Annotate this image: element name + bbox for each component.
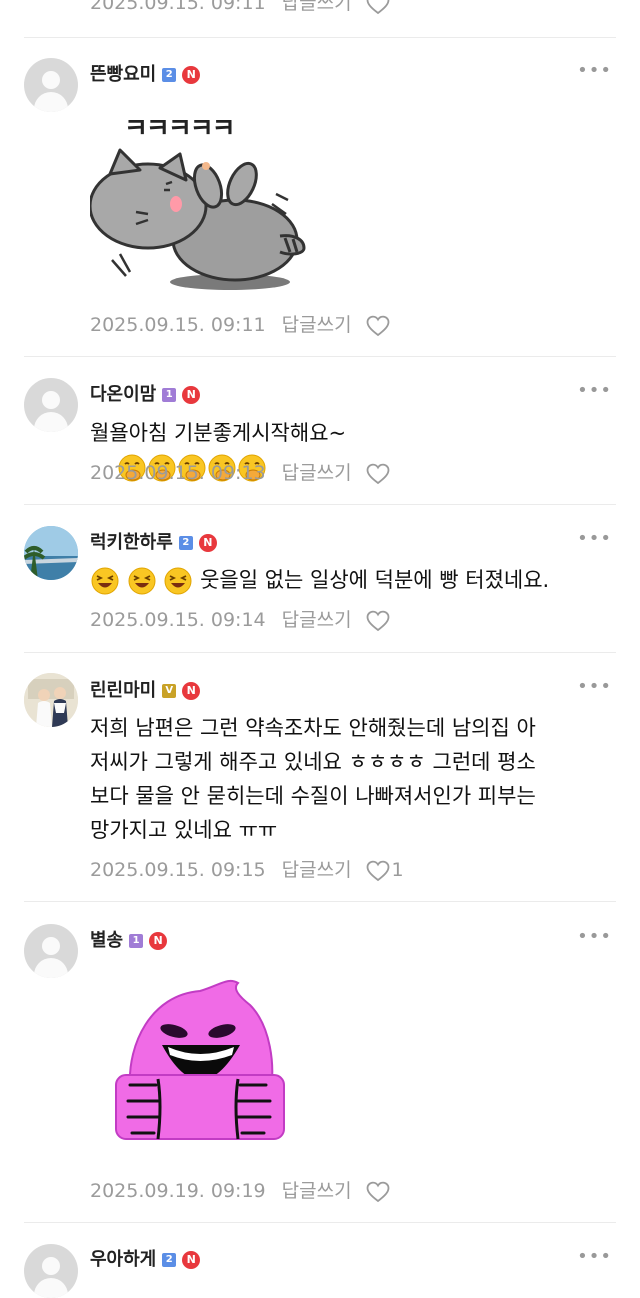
- comment-meta: 2025.09.15. 09:13 답글쓰기: [90, 458, 390, 485]
- heart-outline-icon[interactable]: [366, 463, 390, 485]
- laughing-emoji-icon: [128, 567, 156, 595]
- comment-text: 웃을일 없는 일상에 덕분에 빵 터졌네요.: [90, 563, 610, 597]
- like-count: 1: [391, 859, 404, 881]
- comment-date: 2025.09.19. 09:19: [90, 1180, 266, 1202]
- comment-meta-top: 2025.09.15. 09:11 답글쓰기: [90, 0, 390, 15]
- comment-meta: 2025.09.15. 09:14 답글쓰기: [90, 605, 390, 632]
- comment-meta: 2025.09.19. 09:19 답글쓰기: [90, 1176, 390, 1203]
- more-dots-icon[interactable]: •••: [577, 60, 612, 81]
- avatar[interactable]: [24, 526, 78, 580]
- heart-outline-icon[interactable]: [366, 315, 390, 337]
- divider: [24, 37, 616, 38]
- divider: [24, 504, 616, 505]
- more-dots-icon[interactable]: •••: [577, 380, 612, 401]
- divider: [24, 356, 616, 357]
- grade-badge: 1: [162, 388, 177, 402]
- comment-date: 2025.09.15. 09:13: [90, 462, 266, 484]
- comment-author[interactable]: 뜬빵요미 2 N: [90, 60, 201, 86]
- more-dots-icon[interactable]: •••: [577, 926, 612, 947]
- avatar[interactable]: [24, 1244, 78, 1298]
- cat-sticker: ㅋㅋㅋㅋㅋ: [90, 108, 310, 293]
- grade-badge: 2: [162, 1253, 177, 1267]
- comment-author[interactable]: 린린마미 V N: [90, 676, 201, 702]
- comment-date: 2025.09.15. 09:11: [90, 0, 266, 14]
- comment-author[interactable]: 럭키한하루 2 N: [90, 528, 217, 554]
- reply-link[interactable]: 답글쓰기: [282, 462, 352, 484]
- comment-author[interactable]: 우아하게 2 N: [90, 1245, 201, 1271]
- avatar[interactable]: [24, 924, 78, 978]
- laughing-emoji-icon: [91, 567, 119, 595]
- avatar[interactable]: [24, 58, 78, 112]
- heart-outline-icon[interactable]: [366, 0, 390, 15]
- new-badge: N: [182, 66, 201, 84]
- comment-meta: 2025.09.15. 09:11 답글쓰기: [90, 310, 390, 337]
- emoji-group: [90, 567, 200, 595]
- reply-link[interactable]: 답글쓰기: [282, 609, 352, 631]
- grade-badge: 2: [178, 536, 193, 550]
- divider: [24, 652, 616, 653]
- grade-badge: 1: [129, 934, 144, 948]
- new-badge: N: [182, 682, 201, 700]
- reply-link[interactable]: 답글쓰기: [282, 0, 352, 14]
- comment-author[interactable]: 다온이맘 1 N: [90, 380, 201, 406]
- comment-text: 저희 남편은 그런 약속조차도 안해줬는데 남의집 아 저씨가 그렇게 해주고 …: [90, 716, 536, 842]
- divider: [24, 1222, 616, 1223]
- comment-date: 2025.09.15. 09:11: [90, 314, 266, 336]
- more-dots-icon[interactable]: •••: [577, 676, 612, 697]
- comment-date: 2025.09.15. 09:15: [90, 859, 266, 881]
- grade-badge: V: [162, 684, 177, 698]
- laughing-emoji-icon: [164, 567, 192, 595]
- sticker-text: ㅋㅋㅋㅋㅋ: [124, 114, 236, 144]
- new-badge: N: [198, 534, 217, 552]
- divider: [24, 901, 616, 902]
- reply-link[interactable]: 답글쓰기: [282, 859, 352, 881]
- heart-outline-icon[interactable]: [366, 610, 390, 632]
- comment-author[interactable]: 별송 1 N: [90, 926, 168, 952]
- more-dots-icon[interactable]: •••: [577, 1246, 612, 1267]
- more-dots-icon[interactable]: •••: [577, 528, 612, 549]
- comment-date: 2025.09.15. 09:14: [90, 609, 266, 631]
- grade-badge: 2: [162, 68, 177, 82]
- reply-link[interactable]: 답글쓰기: [282, 1180, 352, 1202]
- comment-meta: 2025.09.15. 09:15 답글쓰기 1: [90, 855, 404, 882]
- reply-link[interactable]: 답글쓰기: [282, 314, 352, 336]
- new-badge: N: [182, 386, 201, 404]
- laughing-pink-sticker: [115, 979, 285, 1140]
- heart-outline-icon[interactable]: [366, 860, 390, 882]
- avatar[interactable]: [24, 673, 78, 727]
- avatar[interactable]: [24, 378, 78, 432]
- new-badge: N: [182, 1251, 201, 1269]
- heart-outline-icon[interactable]: [366, 1181, 390, 1203]
- new-badge: N: [149, 932, 168, 950]
